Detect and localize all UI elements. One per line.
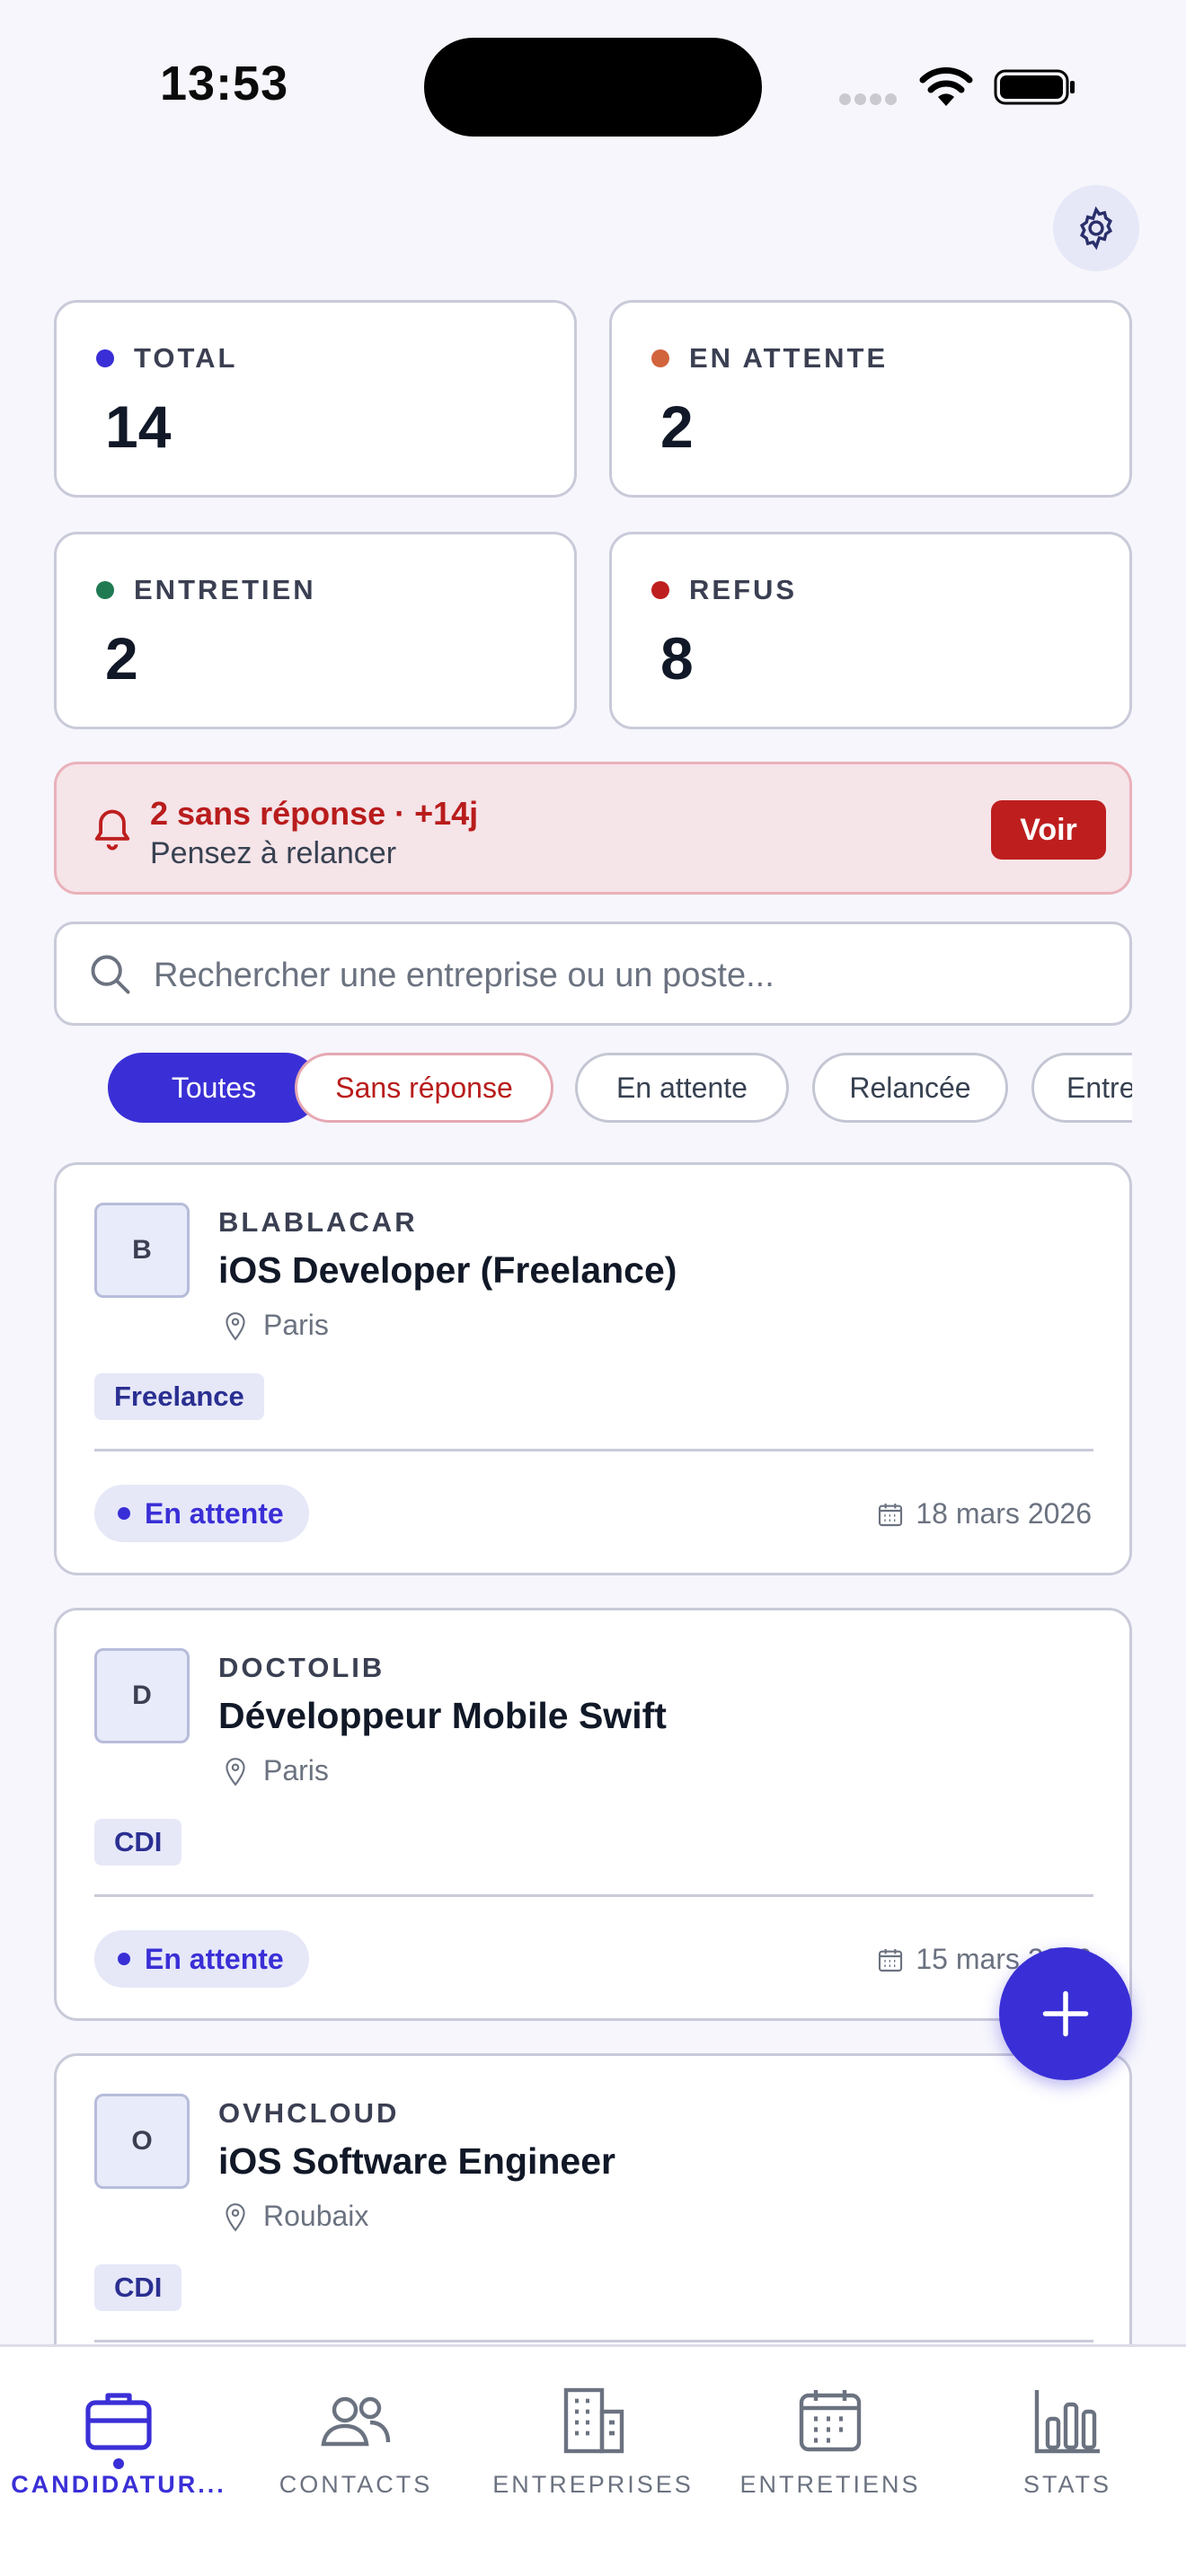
map-pin-icon xyxy=(226,2202,245,2232)
status-label: En attente xyxy=(145,1942,284,1975)
company-logo: D xyxy=(94,1648,190,1743)
filter-chips: Toutes Sans réponse En attente Relancée … xyxy=(54,1051,1132,1126)
company-name: DOCTOLIB xyxy=(218,1652,385,1683)
calendar-icon xyxy=(879,1503,903,1526)
applications-list: B BLABLACAR iOS Developer (Freelance) Pa… xyxy=(0,1159,1186,2344)
stat-label: ENTRETIEN xyxy=(134,574,316,605)
status-badge: En attente xyxy=(94,1485,309,1542)
company-logo: O xyxy=(94,2094,190,2189)
application-date: 18 mars 2026 xyxy=(876,1497,1092,1531)
active-tab-indicator xyxy=(113,2458,124,2469)
status-bar: 13:53 xyxy=(0,0,1186,144)
filter-chip-toutes[interactable]: Toutes xyxy=(108,1053,320,1123)
stat-label: REFUS xyxy=(689,574,798,605)
search-input[interactable]: Rechercher une entreprise ou un poste... xyxy=(154,957,774,995)
application-card[interactable]: O OVHCLOUD iOS Software Engineer Roubaix… xyxy=(54,2053,1132,2344)
location-label: Paris xyxy=(263,1309,329,1341)
building-icon xyxy=(563,2387,624,2454)
stat-card-refus[interactable]: REFUS 8 xyxy=(609,532,1132,729)
stat-dot xyxy=(96,581,114,599)
bar-chart-icon xyxy=(1034,2390,1100,2454)
tab-stats[interactable]: STATS xyxy=(949,2347,1186,2509)
contract-badge: CDI xyxy=(94,1819,182,1866)
no-response-alert: 2 sans réponse · +14j Pensez à relancer … xyxy=(54,762,1132,895)
search-field[interactable]: Rechercher une entreprise ou un poste... xyxy=(54,922,1132,1026)
tab-contacts[interactable]: CONTACTS xyxy=(237,2347,474,2509)
dynamic-island xyxy=(424,38,762,137)
filter-chip-entretien[interactable]: Entretien xyxy=(1031,1053,1132,1123)
filter-chip-relancee[interactable]: Relancée xyxy=(812,1053,1008,1123)
tab-label: CANDIDATUR... xyxy=(11,2471,226,2498)
tab-bar: CANDIDATUR... CONTACTS ENTREPRISES ENTRE… xyxy=(0,2344,1186,2576)
stat-label: EN ATTENTE xyxy=(689,342,889,374)
gear-icon xyxy=(1079,206,1113,251)
map-pin-icon xyxy=(226,1757,245,1786)
divider xyxy=(94,1449,1093,1451)
stat-dot xyxy=(96,349,114,367)
bell-icon xyxy=(94,809,130,851)
stat-card-total[interactable]: TOTAL 14 xyxy=(54,300,577,498)
company-logo: B xyxy=(94,1203,190,1298)
tab-candidatures[interactable]: CANDIDATUR... xyxy=(0,2347,237,2509)
plus-icon xyxy=(1042,1990,1089,2037)
status-label: En attente xyxy=(145,1496,284,1530)
alert-subtitle: Pensez à relancer xyxy=(150,836,397,870)
calendar-icon xyxy=(799,2390,862,2452)
battery-icon xyxy=(994,69,1075,105)
tab-entreprises[interactable]: ENTREPRISES xyxy=(474,2347,712,2509)
contract-badge: CDI xyxy=(94,2264,182,2311)
location-label: Paris xyxy=(263,1754,329,1786)
stat-dot xyxy=(651,581,669,599)
job-title: iOS Developer (Freelance) xyxy=(218,1249,677,1291)
settings-button[interactable] xyxy=(1053,185,1139,271)
stat-value: 8 xyxy=(660,625,694,692)
search-icon xyxy=(91,955,130,994)
status-badge: En attente xyxy=(94,1930,309,1988)
status-dot xyxy=(118,1953,130,1965)
divider xyxy=(94,1894,1093,1897)
location-label: Roubaix xyxy=(263,2200,369,2232)
application-card[interactable]: B BLABLACAR iOS Developer (Freelance) Pa… xyxy=(54,1162,1132,1575)
tab-entretiens[interactable]: ENTRETIENS xyxy=(712,2347,949,2509)
contract-badge: Freelance xyxy=(94,1373,264,1420)
people-icon xyxy=(321,2396,391,2447)
stat-card-entretien[interactable]: ENTRETIEN 2 xyxy=(54,532,577,729)
tab-label: CONTACTS xyxy=(279,2471,433,2498)
tab-label: STATS xyxy=(1022,2471,1111,2498)
stat-label: TOTAL xyxy=(134,342,238,374)
stat-value: 14 xyxy=(105,393,172,460)
briefcase-icon xyxy=(85,2393,152,2450)
date-label: 18 mars 2026 xyxy=(916,1497,1092,1530)
job-location: Paris xyxy=(224,1309,329,1342)
tab-label: ENTREPRISES xyxy=(492,2471,694,2498)
tab-label: ENTRETIENS xyxy=(739,2471,921,2498)
alert-title: 2 sans réponse · +14j xyxy=(150,795,479,832)
job-location: Paris xyxy=(224,1754,329,1787)
stat-card-en-attente[interactable]: EN ATTENTE 2 xyxy=(609,300,1132,498)
stat-dot xyxy=(651,349,669,367)
company-name: BLABLACAR xyxy=(218,1206,418,1238)
stat-value: 2 xyxy=(105,625,138,692)
wifi-icon xyxy=(919,66,973,106)
job-title: iOS Software Engineer xyxy=(218,2140,615,2182)
status-time: 13:53 xyxy=(160,57,289,110)
add-application-button[interactable] xyxy=(999,1947,1132,2080)
calendar-icon xyxy=(879,1948,903,1972)
divider xyxy=(94,2340,1093,2342)
job-title: Développeur Mobile Swift xyxy=(218,1695,667,1736)
signal-icon xyxy=(839,93,902,106)
company-name: OVHCLOUD xyxy=(218,2097,400,2129)
application-card[interactable]: D DOCTOLIB Développeur Mobile Swift Pari… xyxy=(54,1608,1132,2021)
job-location: Roubaix xyxy=(224,2200,368,2233)
stat-value: 2 xyxy=(660,393,694,460)
filter-chip-sans-reponse[interactable]: Sans réponse xyxy=(295,1053,553,1123)
filter-chip-en-attente[interactable]: En attente xyxy=(575,1053,789,1123)
alert-view-button[interactable]: Voir xyxy=(991,800,1106,860)
map-pin-icon xyxy=(226,1311,245,1341)
status-dot xyxy=(118,1507,130,1520)
